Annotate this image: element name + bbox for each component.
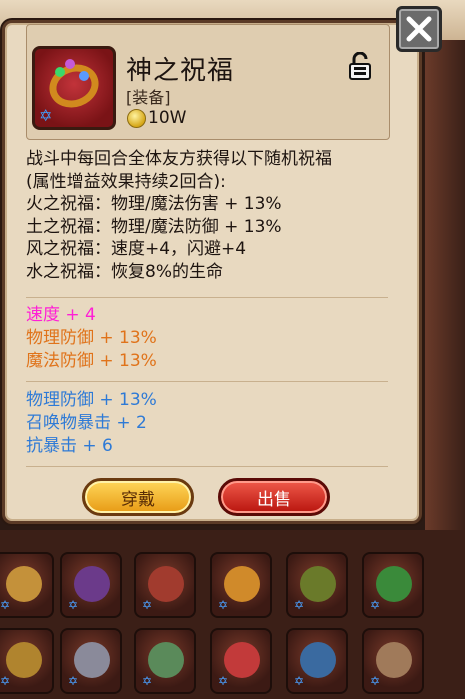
description-line: (属性增益效果持续2回合): <box>26 171 226 192</box>
hat-icon <box>74 566 110 602</box>
divider <box>26 381 388 382</box>
inventory-slot[interactable]: ✡ <box>0 628 54 694</box>
inventory-slot[interactable]: ✡ <box>210 552 272 618</box>
item-icon <box>376 566 412 602</box>
star-icon: ✡ <box>294 674 305 688</box>
item-icon <box>300 642 336 678</box>
inventory-slot[interactable]: ✡ <box>60 552 122 618</box>
star-icon: ✡ <box>142 598 153 612</box>
star-icon: ✡ <box>0 674 11 688</box>
star-icon: ✡ <box>294 598 305 612</box>
inventory-slot[interactable]: ✡ <box>0 552 54 618</box>
inventory-slot[interactable]: ✡ <box>362 552 424 618</box>
stat-line: 魔法防御 + 13% <box>26 351 157 371</box>
item-icon <box>6 566 42 602</box>
item-icon <box>6 642 42 678</box>
star-icon: ✡ <box>370 598 381 612</box>
unlock-icon[interactable] <box>348 52 372 80</box>
star-icon: ✡ <box>218 598 229 612</box>
item-description: 战斗中每回合全体友方获得以下随机祝福 (属性增益效果持续2回合): 火之祝福：物… <box>26 148 396 283</box>
inventory-slot[interactable]: ✡ <box>362 628 424 694</box>
stat-line: 召唤物暴击 + 2 <box>26 413 147 433</box>
stat-line: 物理防御 + 13% <box>26 390 157 410</box>
divider <box>26 466 388 467</box>
inventory-slot[interactable]: ✡ <box>134 628 196 694</box>
inventory-slot[interactable]: ✡ <box>60 628 122 694</box>
gem-icon <box>79 71 89 81</box>
stat-line: 速度 + 4 <box>26 305 96 325</box>
close-button[interactable] <box>396 6 442 52</box>
description-line: 火之祝福：物理/魔法伤害 + 13% <box>26 194 282 214</box>
coin-icon <box>127 109 146 128</box>
star-icon: ✡ <box>68 674 79 688</box>
star-icon: ✡ <box>370 674 381 688</box>
item-icon <box>376 642 412 678</box>
divider <box>26 297 388 298</box>
item-icon <box>224 642 260 678</box>
item-icon <box>148 566 184 602</box>
stat-line: 抗暴击 + 6 <box>26 436 113 456</box>
close-icon <box>406 16 432 42</box>
sell-button[interactable]: 出售 <box>218 478 330 516</box>
equip-button[interactable]: 穿戴 <box>82 478 194 516</box>
description-line: 战斗中每回合全体友方获得以下随机祝福 <box>26 149 332 169</box>
item-icon <box>224 566 260 602</box>
description-line: 风之祝福：速度+4，闪避+4 <box>26 239 247 259</box>
item-name: 神之祝福 <box>126 56 235 86</box>
inventory-slot[interactable]: ✡ <box>134 552 196 618</box>
description-line: 水之祝福：恢复8%的生命 <box>26 261 223 282</box>
star-icon: ✡ <box>68 598 79 612</box>
star-icon: ✡ <box>39 106 53 125</box>
star-icon: ✡ <box>142 674 153 688</box>
inventory-slot[interactable]: ✡ <box>286 628 348 694</box>
gem-icon <box>55 67 65 77</box>
item-icon <box>300 566 336 602</box>
background-side <box>425 40 465 540</box>
inventory-slot[interactable]: ✡ <box>286 552 348 618</box>
item-price: 10W <box>148 108 187 128</box>
item-type: [装备] <box>126 88 171 107</box>
stat-line: 物理防御 + 13% <box>26 328 157 348</box>
gem-icon <box>65 59 75 69</box>
inventory-slot[interactable]: ✡ <box>210 628 272 694</box>
item-icon <box>148 642 184 678</box>
star-icon: ✡ <box>0 598 11 612</box>
item-icon <box>74 642 110 678</box>
description-line: 土之祝福：物理/魔法防御 + 13% <box>26 216 282 237</box>
ring-icon: ✡ <box>32 46 116 130</box>
star-icon: ✡ <box>218 674 229 688</box>
